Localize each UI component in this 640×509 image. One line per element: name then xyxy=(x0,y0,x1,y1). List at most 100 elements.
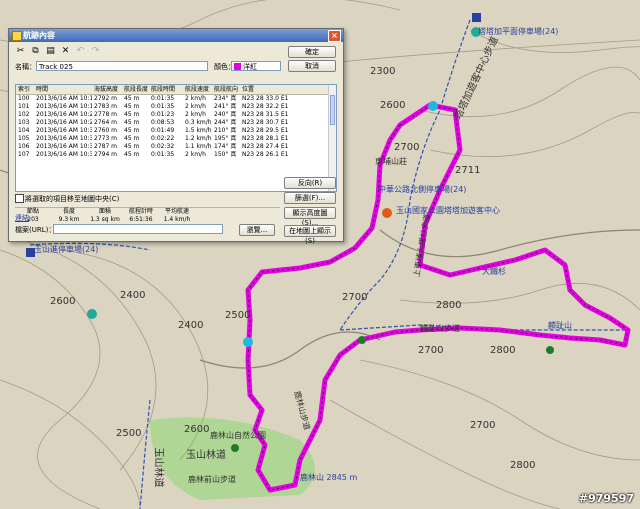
scrollbar-thumb[interactable] xyxy=(330,95,335,125)
paste-icon[interactable]: ▤ xyxy=(45,46,56,57)
table-cell: 2 km/h xyxy=(185,95,206,102)
dialog-titlebar[interactable]: 航跡內容 × xyxy=(9,29,343,42)
table-cell: 195° 真 xyxy=(214,135,237,142)
track-points-table[interactable]: 索引 時間 海拔高度 航段長度 航段時間 航段速度 航段航向 位置 100 201… xyxy=(15,84,337,192)
table-row[interactable]: 104 2013/6/16 AM 10:30...2760 m 45 m 0:01:4… xyxy=(16,127,336,135)
contour-label: 2500 xyxy=(225,310,251,321)
table-row[interactable]: 105 2013/6/16 AM 10:32...2773 m 45 m 0:02:2… xyxy=(16,135,336,143)
table-cell: 101 xyxy=(18,103,30,110)
show-on-map-button[interactable]: 在地圖上顯示(S) xyxy=(284,225,336,245)
table-cell: 2792 m xyxy=(94,95,118,102)
color-select[interactable]: 洋紅 xyxy=(231,61,281,71)
link-section-label: 連結 xyxy=(15,214,29,222)
cancel-button[interactable]: 取消 xyxy=(288,60,336,72)
file-url-field[interactable] xyxy=(53,224,223,234)
table-cell: 210° 真 xyxy=(214,127,237,134)
contour-label: 2400 xyxy=(120,290,146,301)
name-field[interactable]: Track 025 xyxy=(36,61,208,71)
contour-label: 2700 xyxy=(394,142,420,153)
track-stats: 節點 長度 面積 航程計時 平均航速 203 9.3 km 1.3 sq km … xyxy=(15,207,280,224)
dialog-title: 航跡內容 xyxy=(23,31,55,40)
column-header[interactable]: 海拔高度 xyxy=(92,85,122,94)
table-row[interactable]: 100 2013/6/16 AM 10:17...2792 m 45 m 0:01:3… xyxy=(16,95,336,103)
map-label-visitor-center: 玉山國家公園塔塔加遊客中心 xyxy=(396,206,500,215)
color-swatch xyxy=(234,63,241,70)
column-header[interactable]: 位置 xyxy=(240,85,288,94)
table-row[interactable]: 102 2013/6/16 AM 10:20...2778 m 45 m 0:01:2… xyxy=(16,111,336,119)
table-cell: 45 m xyxy=(124,143,140,150)
table-header: 索引 時間 海拔高度 航段長度 航段時間 航段速度 航段航向 位置 xyxy=(16,85,336,95)
table-cell: 45 m xyxy=(124,127,140,134)
map-label-yushan-forest: 玉山林道 xyxy=(186,450,226,461)
contour-label: 2800 xyxy=(490,345,516,356)
table-row[interactable]: 103 2013/6/16 AM 10:21...2764 m 45 m 0:08:5… xyxy=(16,119,336,127)
map-label-peak: 麟趾山 xyxy=(548,321,572,330)
table-row[interactable]: 106 2013/6/16 AM 10:35...2787 m 45 m 0:02:3… xyxy=(16,143,336,151)
center-on-map-label: 將選取的項目移至地圖中央(C) xyxy=(25,195,120,203)
table-cell: 2013/6/16 AM 10:30... xyxy=(36,127,92,134)
map-label-lulin-park: 鹿林山自然公園 xyxy=(210,431,266,440)
table-cell: 0:01:49 xyxy=(151,127,175,134)
map-label-peak-trail: 麟趾山步道 xyxy=(420,324,460,333)
copy-icon[interactable]: ⧉ xyxy=(30,46,41,57)
stat-value: 1.4 km/h xyxy=(163,216,191,223)
table-cell: 0:01:35 xyxy=(151,151,175,158)
contour-label: 2600 xyxy=(50,296,76,307)
table-cell: 100 xyxy=(18,95,30,102)
delete-icon[interactable]: ✕ xyxy=(60,46,71,57)
table-cell: 1.5 km/h xyxy=(185,127,212,134)
table-row[interactable]: 107 2013/6/16 AM 10:37...2794 m 45 m 0:01:3… xyxy=(16,151,336,159)
contour-label: 2700 xyxy=(418,345,444,356)
table-cell: 2013/6/16 AM 10:32... xyxy=(36,135,92,142)
table-cell: 45 m xyxy=(124,135,140,142)
table-cell: N23 28 31.5 E12 xyxy=(242,111,288,118)
map-label-area-west: 2711 xyxy=(455,165,481,176)
column-header[interactable]: 索引 xyxy=(16,85,34,94)
table-cell: 2787 m xyxy=(94,143,118,150)
undo-icon[interactable]: ↶ xyxy=(75,46,86,57)
close-icon[interactable]: × xyxy=(328,30,341,42)
table-cell: 2 km/h xyxy=(185,151,206,158)
table-cell: 2013/6/16 AM 10:19... xyxy=(36,103,92,110)
filter-button[interactable]: 篩選(F)... xyxy=(284,192,336,204)
table-cell: N23 28 27.4 E12 xyxy=(242,143,288,150)
table-cell: 0:02:22 xyxy=(151,135,175,142)
column-header[interactable]: 航段速度 xyxy=(183,85,212,94)
table-cell: 105 xyxy=(18,135,30,142)
waypoint-marker xyxy=(428,101,438,111)
table-cell: 2764 m xyxy=(94,119,118,126)
contour-label: 2600 xyxy=(380,100,406,111)
show-elevation-button[interactable]: 顯示高度圖(S)... xyxy=(284,207,336,227)
table-cell: 2013/6/16 AM 10:35... xyxy=(36,143,92,150)
center-on-map-checkbox[interactable] xyxy=(15,194,24,203)
table-cell: 2013/6/16 AM 10:20... xyxy=(36,111,92,118)
contour-label: 2800 xyxy=(436,300,462,311)
table-cell: 0:01:35 xyxy=(151,103,175,110)
contour-label: 2600 xyxy=(184,424,210,435)
reverse-button[interactable]: 反向(R) xyxy=(284,177,336,189)
ok-button[interactable]: 確定 xyxy=(288,46,336,58)
column-header[interactable]: 航段時間 xyxy=(149,85,183,94)
table-row[interactable]: 101 2013/6/16 AM 10:19...2783 m 45 m 0:01:3… xyxy=(16,103,336,111)
route-number-icon xyxy=(87,309,97,319)
browse-button[interactable]: 瀏覽... xyxy=(239,224,275,236)
stat-value: 9.3 km xyxy=(58,216,80,223)
contour-label: 2400 xyxy=(178,320,204,331)
table-scrollbar[interactable] xyxy=(328,85,336,191)
stat-header: 長度 xyxy=(62,208,75,215)
table-cell: N23 28 29.5 E12 xyxy=(242,127,288,134)
table-cell: 2013/6/16 AM 10:37... xyxy=(36,151,92,158)
map-label-bus: 中華公路北側停車場(24) xyxy=(378,185,467,194)
map-label-lodge: 東埔山莊 xyxy=(375,157,407,166)
cut-icon[interactable]: ✂ xyxy=(15,46,26,57)
table-cell: 2783 m xyxy=(94,103,118,110)
table-cell: 2 km/h xyxy=(185,103,206,110)
column-header[interactable]: 航段航向 xyxy=(212,85,240,94)
tree-icon xyxy=(231,444,239,452)
table-cell: 45 m xyxy=(124,103,140,110)
redo-icon[interactable]: ↷ xyxy=(90,46,101,57)
column-header[interactable]: 時間 xyxy=(34,85,92,94)
column-header[interactable]: 航段長度 xyxy=(122,85,149,94)
map-label-forest-road: 玉山林道 xyxy=(152,447,164,488)
table-cell: 241° 真 xyxy=(214,103,237,110)
